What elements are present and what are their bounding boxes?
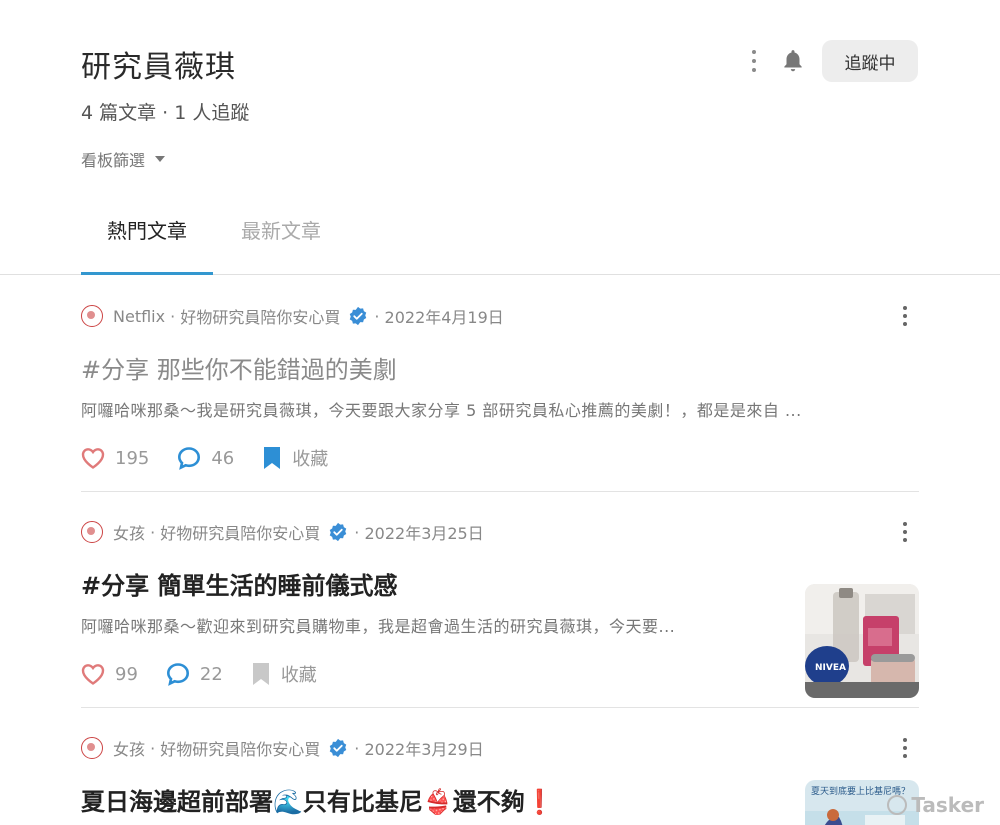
profile-stats: 4 篇文章 · 1 人追蹤	[81, 102, 250, 124]
following-button[interactable]: 追蹤中	[822, 40, 918, 82]
post-date: 2022年3月29日	[364, 740, 484, 759]
post-thumbnail[interactable]: NIVEA	[805, 584, 919, 698]
post-card[interactable]: 女孩 · 好物研究員陪你安心買 · 2022年3月25日 #分享 簡單生活的睡前…	[81, 520, 919, 698]
profile-header: 研究員薇琪 4 篇文章 · 1 人追蹤 看板篩選 追蹤中 熱門文章 最新文章	[0, 0, 1000, 275]
watermark: Tasker	[887, 793, 984, 817]
comment-count: 46	[211, 447, 235, 469]
meta-separator: ·	[145, 522, 161, 542]
post-more-icon[interactable]	[903, 522, 909, 542]
comment-count: 22	[199, 663, 223, 685]
post-date: 2022年4月19日	[384, 308, 504, 327]
board-filter-label: 看板篩選	[81, 151, 146, 170]
post-title[interactable]: #分享 簡單生活的睡前儀式感	[81, 566, 919, 601]
post-title[interactable]: #分享 那些你不能錯過的美劇	[81, 350, 919, 385]
meta-separator: ·	[374, 306, 385, 326]
like-count: 99	[115, 663, 138, 685]
post-title[interactable]: 夏日海邊超前部署🌊只有比基尼👙還不夠❗	[81, 782, 919, 817]
tab-latest[interactable]: 最新文章	[215, 215, 347, 274]
meta-separator: ·	[165, 306, 181, 326]
meta-separator: ·	[145, 738, 161, 758]
post-board[interactable]: 女孩	[113, 736, 145, 760]
like-count: 195	[115, 447, 150, 469]
profile-actions: 追蹤中	[748, 40, 918, 82]
post-board[interactable]: 女孩	[113, 520, 145, 544]
caret-down-icon	[155, 156, 166, 162]
avatar	[81, 305, 103, 327]
avatar	[81, 737, 103, 759]
page-title: 研究員薇琪	[81, 50, 236, 85]
article-tabs: 熱門文章 最新文章	[81, 215, 347, 275]
post-actions: 195 46 收藏	[81, 445, 919, 471]
meta-separator: ·	[354, 522, 365, 542]
avatar	[81, 521, 103, 543]
save-label: 收藏	[280, 665, 317, 686]
comment-icon	[166, 663, 189, 686]
post-board[interactable]: Netflix	[113, 307, 165, 326]
post-meta: 女孩 · 好物研究員陪你安心買 · 2022年3月29日	[81, 736, 919, 760]
comment-button[interactable]: 22	[166, 662, 223, 686]
svg-text:NIVEA: NIVEA	[815, 663, 846, 673]
post-author[interactable]: 好物研究員陪你安心買	[160, 520, 320, 544]
comment-icon	[178, 447, 201, 470]
save-label: 收藏	[292, 449, 329, 470]
bookmark-icon	[252, 663, 269, 685]
heart-icon	[81, 448, 105, 469]
divider	[81, 707, 919, 708]
bookmark-icon	[264, 447, 281, 469]
save-button[interactable]: 收藏	[251, 661, 317, 687]
post-author[interactable]: 好物研究員陪你安心買	[160, 736, 320, 760]
post-author[interactable]: 好物研究員陪你安心買	[180, 304, 340, 328]
post-more-icon[interactable]	[903, 738, 909, 758]
post-actions: 99 22 收藏	[81, 661, 919, 687]
post-card[interactable]: Netflix · 好物研究員陪你安心買 · 2022年4月19日 #分享 那些…	[81, 304, 919, 471]
board-filter-dropdown[interactable]: 看板篩選	[81, 147, 166, 171]
meta-separator: ·	[354, 738, 365, 758]
product-photo-image: NIVEA	[805, 584, 919, 698]
verified-badge-icon	[330, 738, 347, 758]
watermark-text: Tasker	[911, 793, 984, 817]
bell-icon[interactable]	[780, 47, 806, 75]
post-excerpt: 阿囉哈咪那桑～歡迎來到研究員購物車，我是超會過生活的研究員薇琪，今天要...	[81, 617, 676, 636]
heart-icon	[81, 664, 105, 685]
post-meta: 女孩 · 好物研究員陪你安心買 · 2022年3月25日	[81, 520, 919, 544]
post-excerpt: 阿囉哈咪那桑～我是研究員薇琪，今天要跟大家分享 5 部研究員私心推薦的美劇！，都…	[81, 401, 802, 420]
more-options-icon[interactable]	[748, 48, 760, 74]
save-button[interactable]: 收藏	[262, 445, 328, 471]
watermark-logo-icon	[887, 795, 908, 815]
tab-popular[interactable]: 熱門文章	[81, 215, 213, 275]
post-date: 2022年3月25日	[364, 524, 484, 543]
post-more-icon[interactable]	[903, 306, 909, 326]
like-button[interactable]: 195	[81, 447, 149, 469]
comment-button[interactable]: 46	[177, 446, 234, 470]
post-meta: Netflix · 好物研究員陪你安心買 · 2022年4月19日	[81, 304, 919, 328]
divider	[81, 491, 919, 492]
verified-badge-icon	[330, 522, 347, 542]
like-button[interactable]: 99	[81, 663, 138, 685]
post-card[interactable]: 女孩 · 好物研究員陪你安心買 · 2022年3月29日 夏日海邊超前部署🌊只有…	[81, 736, 919, 825]
verified-badge-icon	[350, 306, 367, 326]
